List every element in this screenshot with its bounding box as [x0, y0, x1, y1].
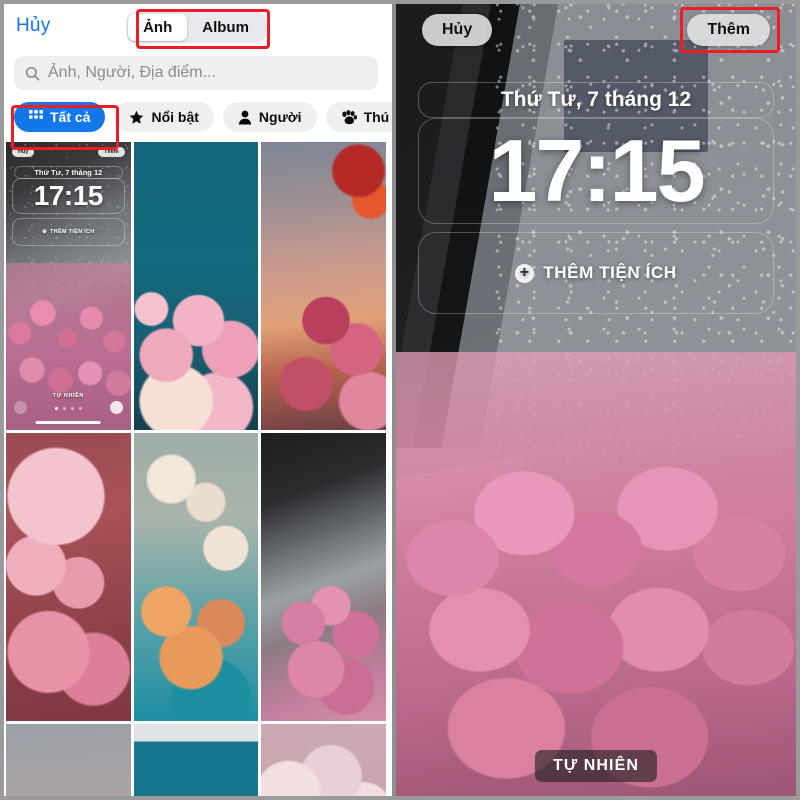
editor-cancel-button[interactable]: Hủy	[422, 14, 493, 46]
grid-item-lock-screen-preview[interactable]: Hủy Thêm Thứ Tư, 7 tháng 12 17:15 ⊕ THÊM…	[6, 142, 131, 430]
grid-item-peach-roses-on-mint[interactable]	[133, 433, 259, 721]
photo-thumbnail	[133, 724, 259, 800]
mini-style-label: TỰ NHIÊN	[52, 393, 85, 399]
search-input[interactable]: Ảnh, Người, Địa điểm...	[14, 56, 378, 90]
grid-item-red-blossoms-sunset-sky[interactable]	[261, 142, 386, 430]
mini-add-button[interactable]: Thêm	[97, 147, 125, 157]
mini-flashlight-icon[interactable]	[109, 401, 123, 414]
search-row: Ảnh, Người, Địa điểm...	[0, 52, 392, 98]
grid-item-teal-gradient-card[interactable]	[133, 724, 259, 800]
photo-thumbnail	[133, 433, 259, 721]
filter-chip-featured[interactable]: Nổi bật	[114, 102, 214, 132]
rose-bouquet	[396, 352, 796, 800]
grid-item-red-rose-grey-sky[interactable]	[6, 724, 131, 800]
photo-grid: Hủy Thêm Thứ Tư, 7 tháng 12 17:15 ⊕ THÊM…	[0, 142, 392, 800]
grid-item-pink-roses-in-car[interactable]	[261, 433, 386, 721]
paw-icon	[341, 109, 357, 125]
photo-picker-panel: Hủy Ảnh Album Ảnh, Người, Địa điểm... Tấ…	[0, 0, 396, 800]
tab-albums[interactable]: Album	[187, 14, 264, 41]
mini-plus-icon: ⊕	[42, 229, 48, 235]
photo-thumbnail	[261, 724, 386, 800]
mini-add-widget-slot[interactable]: ⊕ THÊM TIỆN ÍCH	[12, 218, 125, 246]
add-widget-slot[interactable]: + THÊM TIỆN ÍCH	[418, 232, 774, 314]
filter-chips-row: Tất cả Nổi bật Người Thú	[0, 98, 392, 142]
mini-nav-bar: Hủy Thêm	[12, 147, 125, 157]
picker-nav-bar: Hủy Ảnh Album	[0, 0, 392, 52]
mini-cancel-button[interactable]: Hủy	[12, 147, 35, 157]
plus-icon: +	[515, 263, 535, 283]
wallpaper-style-label: TỰ NHIÊN	[534, 750, 658, 782]
clock-widget[interactable]: 17:15	[418, 118, 774, 224]
photo-thumbnail	[133, 142, 259, 430]
add-widget-label: THÊM TIỆN ÍCH	[543, 263, 677, 282]
photos-albums-segmented-control[interactable]: Ảnh Album	[126, 12, 266, 43]
filter-chip-pets-label: Thú cưng	[363, 109, 392, 125]
photo-thumbnail	[6, 433, 131, 721]
photo-thumbnail	[6, 724, 131, 800]
filter-chip-people-label: Người	[258, 109, 302, 125]
mini-home-indicator	[35, 421, 101, 424]
screenshot-root: Hủy Ảnh Album Ảnh, Người, Địa điểm... Tấ…	[0, 0, 800, 800]
grid-item-pale-pink-roses[interactable]	[261, 724, 386, 800]
tab-photos[interactable]: Ảnh	[128, 14, 188, 41]
grid-item-pink-peonies-on-teal[interactable]	[133, 142, 259, 430]
mini-clock: 17:15	[12, 178, 125, 214]
search-placeholder: Ảnh, Người, Địa điểm...	[48, 64, 216, 81]
lockscreen-editor-panel: Hủy Thêm Thứ Tư, 7 tháng 12 17:15 + THÊM…	[396, 0, 796, 800]
mini-camera-icon[interactable]	[14, 401, 27, 414]
filter-chip-featured-label: Nổi bật	[151, 109, 199, 125]
person-icon	[238, 110, 252, 125]
filter-chip-all-label: Tất cả	[50, 109, 91, 125]
annotation-box-add-button	[680, 7, 780, 53]
picker-cancel-button[interactable]: Hủy	[16, 15, 50, 37]
photo-thumbnail	[261, 433, 386, 721]
grid-icon	[29, 110, 43, 124]
mini-add-widget-label: THÊM TIỆN ÍCH	[50, 229, 95, 235]
filter-chip-pets[interactable]: Thú cưng	[325, 102, 392, 132]
filter-chip-people[interactable]: Người	[222, 102, 317, 132]
date-widget[interactable]: Thứ Tư, 7 tháng 12	[418, 82, 774, 118]
filter-chip-all[interactable]: Tất cả	[14, 102, 106, 132]
star-icon	[129, 110, 144, 125]
photo-thumbnail	[261, 142, 386, 430]
search-icon	[25, 66, 40, 80]
grid-item-pink-peony-on-maroon[interactable]	[6, 433, 131, 721]
